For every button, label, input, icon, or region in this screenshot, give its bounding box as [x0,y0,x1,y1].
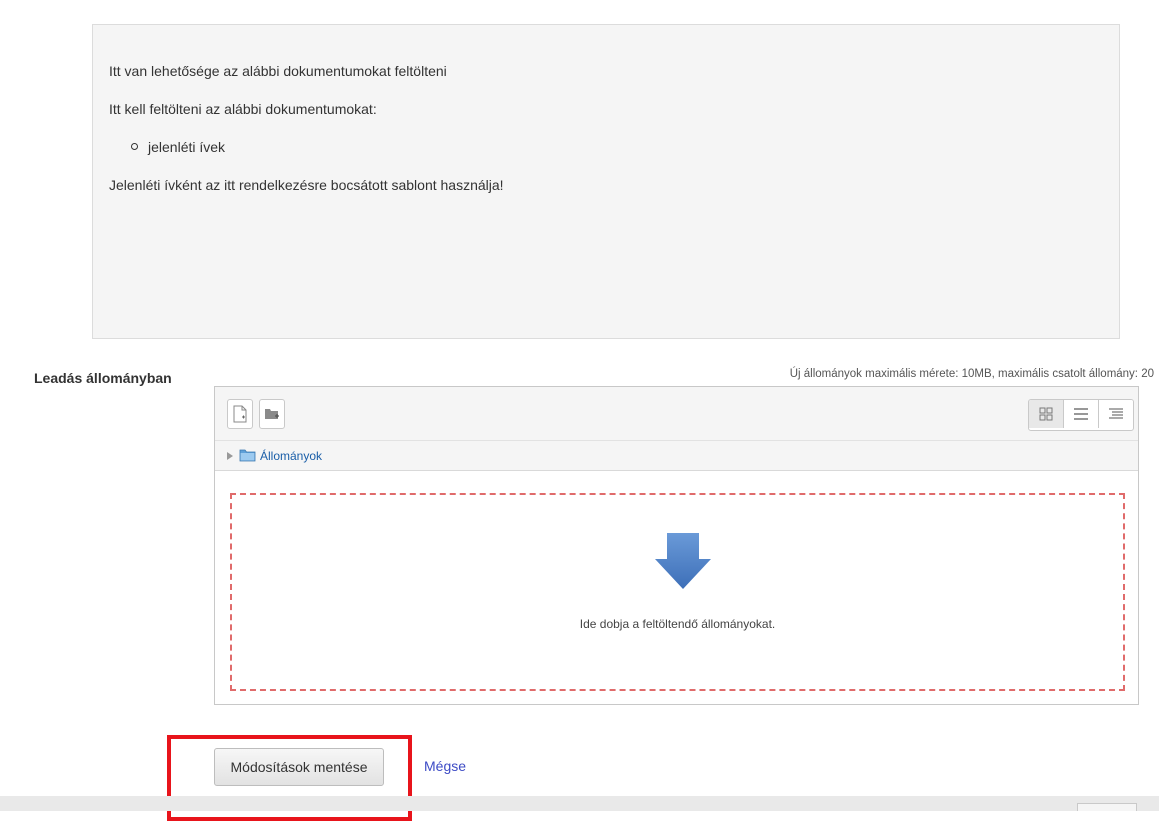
document-list-item: jelenléti ívek [131,139,1119,155]
add-file-icon [233,405,247,423]
drop-zone[interactable]: Ide dobja a feltöltendő állományokat. [230,493,1125,691]
create-folder-icon [265,409,279,419]
view-switcher [1028,399,1134,431]
add-file-button[interactable] [227,399,253,429]
drop-zone-text: Ide dobja a feltöltendő állományokat. [579,617,776,631]
grid-view-icon [1039,407,1053,421]
tree-view-button[interactable] [1098,400,1133,428]
file-picker-toolbar [215,387,1138,441]
submission-label: Leadás állományban [34,370,172,386]
grid-view-button[interactable] [1029,400,1063,428]
intro-text-line-1: Itt van lehetősége az alábbi dokumentumo… [109,63,447,79]
download-arrow-icon [655,533,711,589]
expand-arrow-icon[interactable] [227,451,233,460]
intro-text-line-3: Jelenléti ívként az itt rendelkezésre bo… [109,177,504,193]
upload-limits-text: Új állományok maximális mérete: 10MB, ma… [789,368,1154,380]
list-view-icon [1074,408,1088,420]
list-view-button[interactable] [1063,400,1098,428]
intro-text-line-2: Itt kell feltölteni az alábbi dokumentum… [109,101,377,117]
file-picker: Állományok Ide dobja a feltöltendő állom… [214,386,1139,705]
file-path-bar: Állományok [215,441,1138,471]
folder-icon [239,449,256,462]
document-list: jelenléti ívek [109,139,1119,155]
cancel-link[interactable]: Mégse [424,758,466,774]
tree-view-icon [1109,408,1123,419]
intro-box: Itt van lehetősége az alábbi dokumentumo… [92,24,1120,339]
footer-bar [0,796,1159,811]
footer-corner-button[interactable] [1077,803,1137,811]
path-folder-link[interactable]: Állományok [260,449,322,463]
create-folder-button[interactable] [259,399,285,429]
